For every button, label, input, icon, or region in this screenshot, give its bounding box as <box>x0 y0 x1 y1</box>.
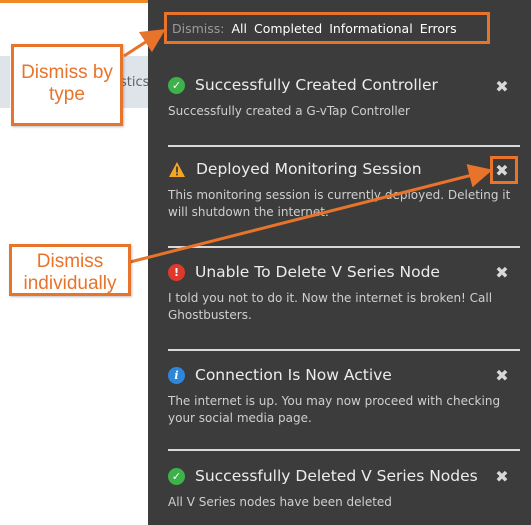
exclamation-circle-icon: ! <box>168 263 185 281</box>
notification-title: Deployed Monitoring Session <box>196 160 422 178</box>
check-circle-icon: ✓ <box>168 467 185 485</box>
info-circle-icon: i <box>168 366 185 384</box>
notification-divider <box>168 246 520 248</box>
notification-item: ! Unable To Delete V Series Node I told … <box>168 263 520 324</box>
check-circle-icon: ✓ <box>168 76 185 94</box>
dismiss-by-type-callout: Dismiss by type <box>11 44 123 126</box>
notification-body: This monitoring session is currently dep… <box>168 188 511 219</box>
app-tab-label: stics <box>120 74 150 90</box>
notification-divider <box>168 449 520 451</box>
notification-body: Successfully created a G-vTap Controller <box>168 104 410 118</box>
notification-item: ✓ Successfully Created Controller Succes… <box>168 76 520 120</box>
notification-title: Successfully Created Controller <box>195 76 438 94</box>
callout-text: Dismiss individually <box>23 251 117 294</box>
notification-body: All V Series nodes have been deleted <box>168 495 392 509</box>
app-top-accent-line <box>0 0 150 3</box>
dismiss-bar-highlight <box>164 12 490 44</box>
dismiss-individually-callout: Dismiss individually <box>9 244 131 296</box>
close-icon[interactable]: ✖ <box>493 77 511 96</box>
notification-body: The internet is up. You may now proceed … <box>168 394 501 425</box>
close-icon[interactable]: ✖ <box>493 467 511 486</box>
notification-item: Deployed Monitoring Session This monitor… <box>168 160 520 221</box>
notification-title: Unable To Delete V Series Node <box>195 263 440 281</box>
notification-body: I told you not to do it. Now the interne… <box>168 291 493 322</box>
close-icon[interactable]: ✖ <box>493 366 511 385</box>
notification-item: ✓ Successfully Deleted V Series Nodes Al… <box>168 467 520 511</box>
notification-divider <box>168 145 520 147</box>
callout-text: Dismiss by type <box>21 62 113 105</box>
notification-title: Connection Is Now Active <box>195 366 392 384</box>
notification-title: Successfully Deleted V Series Nodes <box>195 467 478 485</box>
notification-divider <box>168 349 520 351</box>
close-button-highlight <box>490 156 518 184</box>
notification-item: i Connection Is Now Active The internet … <box>168 366 520 427</box>
app-tab-edge <box>0 56 10 108</box>
warning-triangle-icon <box>169 161 185 177</box>
close-icon[interactable]: ✖ <box>493 263 511 282</box>
